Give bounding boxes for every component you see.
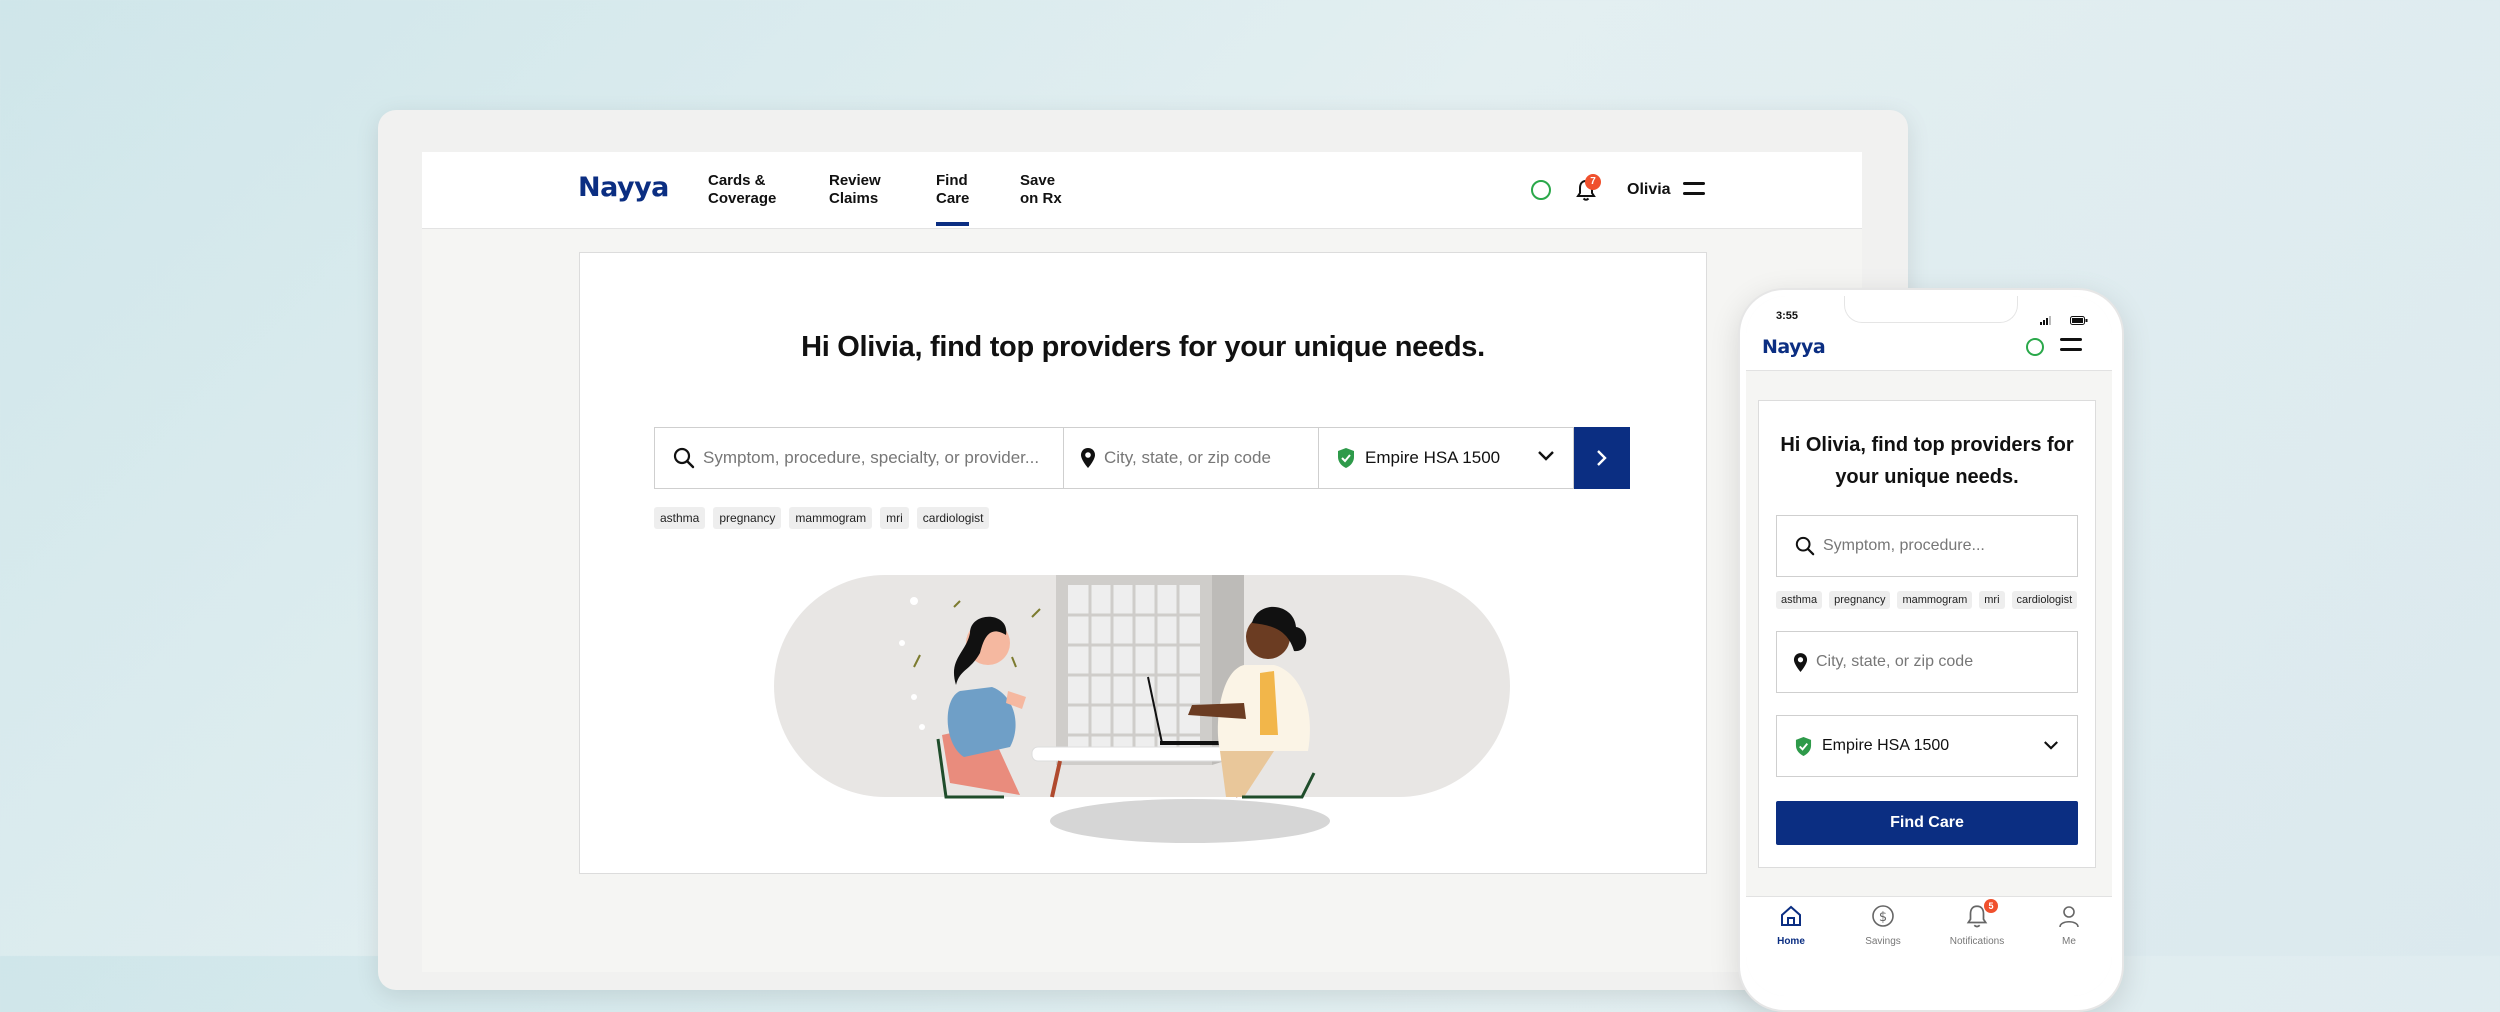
search-icon bbox=[1795, 536, 1815, 556]
tab-label: Me bbox=[2062, 936, 2076, 947]
notification-count-badge: 7 bbox=[1585, 174, 1601, 190]
tab-savings[interactable]: $ Savings bbox=[1838, 903, 1928, 947]
tag-chip[interactable]: mri bbox=[1979, 591, 2005, 609]
search-icon bbox=[673, 447, 695, 469]
mobile-location-placeholder: City, state, or zip code bbox=[1816, 653, 1974, 670]
shield-check-icon bbox=[1795, 736, 1812, 757]
status-indicator bbox=[2026, 338, 2044, 356]
shield-check-icon bbox=[1337, 447, 1355, 469]
tab-label: Notifications bbox=[1949, 936, 2005, 947]
battery-icon bbox=[2070, 312, 2088, 330]
desktop-screen: Nayya Cards & Coverage Review Claims Fin… bbox=[422, 152, 1862, 972]
location-input[interactable]: City, state, or zip code bbox=[1064, 427, 1319, 489]
home-icon bbox=[1746, 903, 1836, 934]
nayya-logo[interactable]: Nayya bbox=[1762, 336, 1826, 358]
mobile-page-title: Hi Olivia, find top providers for your u… bbox=[1780, 434, 2074, 488]
tag-chip[interactable]: mri bbox=[880, 507, 909, 529]
notifications-bell-icon[interactable]: 7 bbox=[1575, 174, 1601, 207]
doctor-visit-illustration bbox=[774, 575, 1514, 850]
search-bar: Symptom, procedure, specialty, or provid… bbox=[654, 427, 1632, 489]
mobile-find-care-card: Hi Olivia, find top providers for your u… bbox=[1758, 400, 2096, 868]
mobile-location-input[interactable]: City, state, or zip code bbox=[1776, 631, 2078, 693]
symptom-search-input[interactable]: Symptom, procedure, specialty, or provid… bbox=[654, 427, 1064, 489]
chevron-right-icon bbox=[1596, 449, 1608, 467]
suggested-tags: asthma pregnancy mammogram mri cardiolog… bbox=[654, 507, 990, 529]
tag-chip[interactable]: cardiologist bbox=[2011, 591, 2078, 609]
page-title: Hi Olivia, find top providers for your u… bbox=[801, 331, 1485, 363]
plan-value: Empire HSA 1500 bbox=[1365, 448, 1501, 467]
search-placeholder: Symptom, procedure, specialty, or provid… bbox=[703, 448, 1040, 467]
location-pin-icon bbox=[1080, 447, 1096, 469]
phone-notch bbox=[1844, 296, 2018, 323]
mobile-suggested-tags: asthma pregnancy mammogram mri cardiolog… bbox=[1776, 591, 2078, 609]
mobile-plan-select[interactable]: Empire HSA 1500 bbox=[1776, 715, 2078, 777]
nav-cards-coverage[interactable]: Cards & Coverage bbox=[708, 172, 776, 208]
top-navigation: Nayya Cards & Coverage Review Claims Fin… bbox=[422, 152, 1862, 229]
tab-notifications[interactable]: 5 Notifications bbox=[1932, 899, 2022, 947]
plan-select[interactable]: Empire HSA 1500 bbox=[1319, 427, 1574, 489]
person-icon bbox=[2024, 903, 2112, 934]
status-indicator bbox=[1531, 180, 1551, 200]
bell-icon: 5 bbox=[1932, 899, 2022, 934]
menu-icon[interactable] bbox=[2060, 338, 2082, 351]
svg-text:$: $ bbox=[1879, 910, 1887, 925]
dollar-icon: $ bbox=[1838, 903, 1928, 934]
bottom-tab-bar: Home $ Savings 5 Notifications Me bbox=[1746, 896, 2112, 996]
menu-icon[interactable] bbox=[1683, 182, 1705, 195]
tab-label: Savings bbox=[1865, 936, 1901, 947]
tab-label: Home bbox=[1777, 936, 1805, 947]
mobile-header: Nayya bbox=[1746, 332, 2112, 371]
mobile-screen: 3:55 Nayya Hi Olivia, find top providers… bbox=[1746, 296, 2112, 996]
location-placeholder: City, state, or zip code bbox=[1104, 448, 1271, 467]
chevron-down-icon bbox=[1537, 450, 1555, 462]
tag-chip[interactable]: pregnancy bbox=[713, 507, 782, 529]
tag-chip[interactable]: asthma bbox=[1776, 591, 1823, 609]
tag-chip[interactable]: pregnancy bbox=[1829, 591, 1891, 609]
mobile-search-placeholder: Symptom, procedure... bbox=[1823, 537, 1985, 554]
nav-find-care[interactable]: Find Care bbox=[936, 172, 970, 226]
nav-save-on-rx[interactable]: Save on Rx bbox=[1020, 172, 1062, 208]
tag-chip[interactable]: mammogram bbox=[789, 507, 873, 529]
notification-count-badge: 5 bbox=[1984, 899, 1998, 913]
user-name[interactable]: Olivia bbox=[1627, 181, 1671, 199]
tag-chip[interactable]: mammogram bbox=[1897, 591, 1973, 609]
nav-review-claims[interactable]: Review Claims bbox=[829, 172, 881, 208]
tab-me[interactable]: Me bbox=[2024, 903, 2112, 947]
tab-home[interactable]: Home bbox=[1746, 903, 1836, 947]
find-care-button[interactable]: Find Care bbox=[1776, 801, 2078, 845]
nayya-logo[interactable]: Nayya bbox=[578, 172, 669, 203]
location-pin-icon bbox=[1793, 652, 1808, 673]
mobile-symptom-search-input[interactable]: Symptom, procedure... bbox=[1776, 515, 2078, 577]
status-time: 3:55 bbox=[1776, 310, 1799, 322]
tag-chip[interactable]: cardiologist bbox=[916, 507, 990, 529]
chevron-down-icon bbox=[2043, 740, 2059, 751]
mobile-plan-value: Empire HSA 1500 bbox=[1822, 737, 1950, 754]
search-submit-button[interactable] bbox=[1574, 427, 1630, 489]
find-care-card: Hi Olivia, find top providers for your u… bbox=[579, 252, 1707, 874]
tag-chip[interactable]: asthma bbox=[654, 507, 706, 529]
signal-icon bbox=[2040, 312, 2054, 330]
